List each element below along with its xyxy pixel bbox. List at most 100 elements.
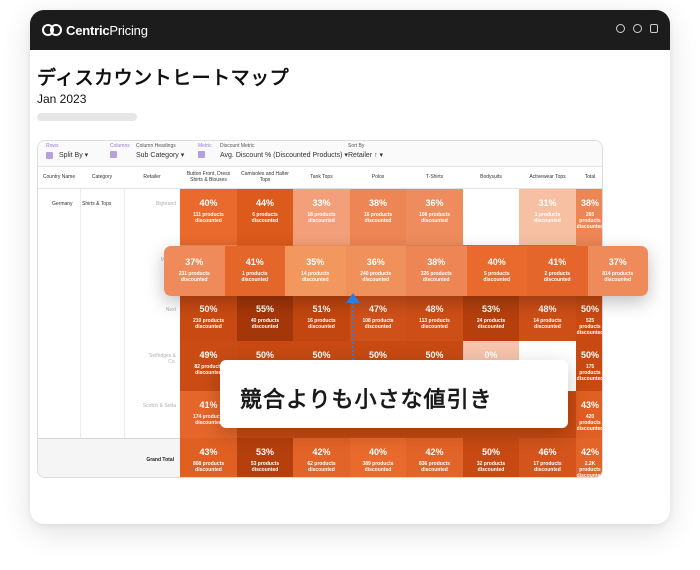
cell-percent: 42% — [425, 447, 444, 457]
heatmap-cell[interactable]: 53% 53 products discounted — [237, 438, 293, 477]
cell-count-line2: discounted — [251, 467, 279, 473]
cell-count-line2: discounted — [362, 277, 390, 283]
cell-count-line2: discounted — [421, 467, 448, 473]
heatmap-grid: 40% 111 products discounted 44% 6 products di… — [180, 189, 603, 477]
heatmap-cell[interactable]: 51% 16 products discounted — [293, 295, 350, 341]
discount-metric-value: Avg. Discount % (Discounted Products) — [220, 152, 343, 159]
cell-count-line2: discounted — [543, 277, 571, 283]
brand-logo[interactable]: CentricPricing — [42, 22, 148, 38]
cell-percent: 48% — [425, 304, 444, 314]
column-header-2[interactable]: Tank Tops — [293, 167, 350, 189]
heatmap-cell[interactable]: 50% 210 products discounted — [180, 295, 237, 341]
cell-count-line2: discounted — [364, 467, 392, 473]
cell-percent: 50% — [580, 350, 599, 360]
retailer-label-0: Bigbrand — [155, 201, 176, 207]
sort-control[interactable]: Sort By Retailer ↑ ▾ — [348, 143, 383, 159]
top-bar: CentricPricing — [30, 10, 670, 50]
cell-count-line2: discounted — [604, 277, 632, 283]
cell-count: 389 products discounted — [350, 461, 406, 473]
highlighted-cell[interactable]: 40% 5 products discounted — [466, 246, 527, 296]
cell-count-line2: discounted — [483, 277, 511, 283]
heatmap-cell[interactable]: 55% 40 products discounted — [237, 295, 293, 341]
callout-box: 競合よりも小さな値引き — [220, 360, 568, 428]
logout-icon[interactable] — [650, 24, 658, 33]
cell-percent: 42% — [580, 447, 599, 457]
cell-percent: 43% — [199, 447, 218, 457]
column-header-6[interactable]: Activewear Tops — [519, 167, 576, 189]
heatmap-cell[interactable]: 42% 2.2K products discounted — [576, 438, 602, 477]
columns-control[interactable]: Columns — [110, 143, 130, 158]
column-header-7[interactable]: Total — [576, 167, 602, 189]
cell-count-line2: discounted — [576, 376, 603, 382]
column-header-3[interactable]: Polos — [350, 167, 406, 189]
cell-percent: 50% — [255, 350, 274, 360]
heatmap-cell[interactable]: 33% 18 products discounted — [293, 189, 350, 245]
header-country[interactable]: Country Name — [38, 167, 80, 189]
heatmap-cell[interactable]: 53% 24 products discounted — [463, 295, 519, 341]
loading-placeholder — [37, 113, 137, 121]
cell-percent: 46% — [538, 447, 557, 457]
highlighted-cell[interactable]: 36% 240 products discounted — [345, 246, 406, 296]
heatmap-cell[interactable]: 36% 108 products discounted — [406, 189, 463, 245]
highlighted-cell[interactable]: 41% 2 products discounted — [527, 246, 588, 296]
settings-icon[interactable] — [633, 24, 642, 33]
heatmap-cell[interactable]: 50% 525 products discounted — [576, 295, 602, 341]
cell-count-line1: 175 products — [579, 364, 601, 376]
heatmap-cell[interactable]: 31% 1 products discounted — [519, 189, 576, 245]
row-header-column: Germany Shirts & Tops Bigbrand Macy's Ne… — [38, 189, 180, 477]
column-headings-caption: Column Headings — [136, 143, 176, 149]
heatmap-cell[interactable]: 43% 808 products discounted — [180, 438, 237, 477]
cell-count-line2: discounted — [308, 324, 335, 330]
heatmap-cell[interactable]: 42% 836 products discounted — [406, 438, 463, 477]
cell-count-line2: discounted — [534, 218, 561, 224]
header-category[interactable]: Category — [80, 167, 124, 189]
highlighted-cell[interactable]: 37% 814 products discounted — [587, 246, 648, 296]
cell-percent: 51% — [312, 304, 331, 314]
cell-count: 14 productsdiscounted — [519, 318, 576, 330]
column-header-1[interactable]: Camisoles and Halter Tops — [237, 167, 293, 189]
cell-percent: 48% — [538, 304, 557, 314]
rows-control[interactable]: Rows Split By ▾ — [46, 143, 88, 159]
cell-count-line2: discounted — [421, 218, 448, 224]
heatmap-cell[interactable]: 38% 16 products discounted — [350, 189, 406, 245]
cell-count-line2: discounted — [422, 277, 450, 283]
metric-control[interactable]: Metric — [198, 143, 212, 158]
cell-count-line2: discounted — [195, 324, 222, 330]
heatmap-cell[interactable]: 40% 111 products discounted — [180, 189, 237, 245]
highlighted-row[interactable]: 37% 231 products discounted 41% 1 products di… — [164, 246, 648, 296]
cell-percent: 50% — [425, 350, 444, 360]
header-retailer[interactable]: Retailer — [124, 167, 180, 189]
heatmap-cell[interactable]: 40% 389 products discounted — [350, 438, 406, 477]
column-headings-control[interactable]: Column Headings Sub Category ▾ — [136, 143, 184, 159]
retailer-label-4: Scotch & Soda — [142, 403, 176, 409]
heatmap-cell[interactable]: 50% 175 products discounted — [576, 341, 603, 391]
highlighted-cell[interactable]: 38% 326 products discounted — [406, 246, 467, 296]
column-header-5[interactable]: Bodysuits — [463, 167, 519, 189]
heatmap-cell[interactable]: 48% 113 products discounted — [406, 295, 463, 341]
discount-metric-caption: Discount Metric — [220, 143, 255, 149]
chat-icon[interactable] — [616, 24, 625, 33]
cell-count: 326 productsdiscounted — [406, 271, 467, 283]
column-header-0[interactable]: Button Front, Dress Shirts & Blouses — [180, 167, 237, 189]
heatmap-cell[interactable]: 48% 14 products discounted — [519, 295, 576, 341]
column-header-4[interactable]: T-Shirts — [406, 167, 463, 189]
cell-percent: 53% — [481, 304, 500, 314]
cell-percent: 43% — [580, 400, 599, 410]
heatmap-cell[interactable]: 42% 62 products discounted — [293, 438, 350, 477]
page-date: Jan 2023 — [37, 92, 87, 106]
heatmap-cell[interactable]: 46% 17 products discounted — [519, 438, 576, 477]
cell-percent: 40% — [368, 447, 387, 457]
discount-metric-control[interactable]: Discount Metric Avg. Discount % (Discoun… — [220, 143, 348, 159]
heatmap-cell[interactable]: 44% 6 products discounted — [237, 189, 293, 245]
cell-percent: 35% — [306, 257, 325, 267]
highlighted-cell[interactable]: 37% 231 products discounted — [164, 246, 225, 296]
heatmap-cell[interactable]: 50% 32 products discounted — [463, 438, 519, 477]
heatmap-cell[interactable]: 38% 265 products discounted — [576, 189, 602, 245]
columns-icon — [110, 151, 117, 158]
cell-percent: 37% — [608, 257, 627, 267]
heatmap-cell[interactable] — [463, 189, 519, 245]
cell-count: 108 products discounted — [350, 318, 406, 330]
heatmap-cell[interactable]: 43% 420 products discounted — [576, 391, 602, 438]
highlighted-cell[interactable]: 35% 14 products discounted — [285, 246, 346, 296]
highlighted-cell[interactable]: 41% 1 products discounted — [224, 246, 285, 296]
